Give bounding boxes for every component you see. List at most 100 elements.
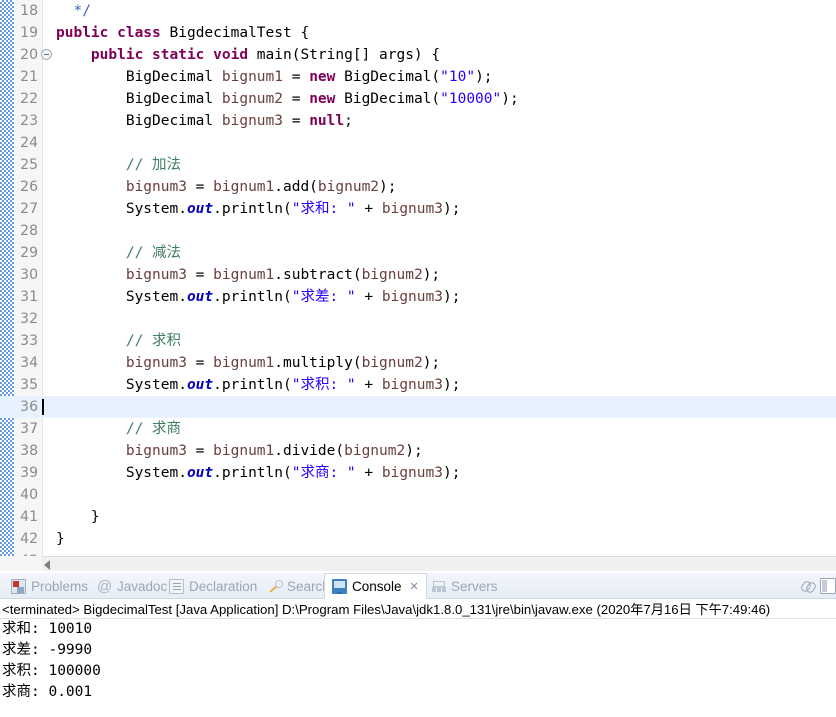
line-number: 26 — [20, 179, 38, 195]
text-caret — [42, 399, 44, 415]
code-line[interactable]: 22 BigDecimal bignum2 = new BigDecimal("… — [0, 88, 836, 110]
console-output: 求和: 10010 求差: -9990 求积: 100000 求商: 0.001 — [0, 619, 836, 703]
fold-collapse-icon[interactable] — [41, 49, 52, 60]
problems-icon — [11, 578, 26, 594]
code-text: // 减法 — [125, 245, 182, 261]
console-terminated-header: <terminated> BigdecimalTest [Java Applic… — [0, 599, 836, 619]
code-text: // 加法 — [125, 157, 182, 173]
code-text: System.out.println("求商: " + bignum3); — [56, 465, 461, 481]
line-number: 19 — [20, 25, 38, 41]
code-line[interactable]: 30 bignum3 = bignum1.subtract(bignum2); — [0, 264, 836, 286]
code-line[interactable]: 40 — [0, 484, 836, 506]
line-number: 34 — [20, 355, 38, 371]
console-output-line: 求积: 100000 — [2, 663, 101, 679]
gutter-bottom-filler — [0, 556, 42, 572]
code-text: bignum3 = bignum1.multiply(bignum2); — [125, 355, 441, 371]
javadoc-icon: @ — [97, 577, 113, 595]
code-text: // 求商 — [125, 421, 182, 437]
tab-servers[interactable]: Servers — [424, 573, 505, 599]
line-number: 32 — [20, 311, 38, 327]
code-text: System.out.println("求差: " + bignum3); — [56, 289, 461, 305]
code-text: BigDecimal bignum1 = new BigDecimal("10"… — [56, 69, 493, 85]
code-text: } — [56, 509, 100, 525]
line-number: 24 — [20, 135, 38, 151]
code-line[interactable]: 36 — [0, 396, 836, 418]
code-line[interactable]: 31 System.out.println("求差: " + bignum3); — [0, 286, 836, 308]
tab-label: Declaration — [189, 578, 258, 594]
code-line[interactable]: 25 // 加法 — [0, 154, 836, 176]
code-line[interactable]: 39 System.out.println("求商: " + bignum3); — [0, 462, 836, 484]
code-line[interactable]: 19 public class BigdecimalTest { — [0, 22, 836, 44]
code-text: */ — [73, 3, 91, 19]
line-number: 29 — [20, 245, 38, 261]
code-text: BigDecimal bignum3 = null; — [56, 113, 353, 129]
line-number: 20 — [20, 47, 38, 63]
tab-console[interactable]: Console ✕ — [324, 573, 427, 600]
code-line[interactable]: 21 BigDecimal bignum1 = new BigDecimal("… — [0, 66, 836, 88]
code-line[interactable]: 23 BigDecimal bignum3 = null; — [0, 110, 836, 132]
code-text: // 求积 — [125, 333, 182, 349]
code-line[interactable]: 33 // 求积 — [0, 330, 836, 352]
scroll-left-arrow-icon[interactable] — [44, 560, 50, 570]
code-line[interactable]: 26 bignum3 = bignum1.add(bignum2); — [0, 176, 836, 198]
view-menu-icon[interactable] — [820, 578, 836, 594]
code-text: BigDecimal bignum2 = new BigDecimal("100… — [56, 91, 519, 107]
search-icon — [267, 579, 283, 594]
line-number: 41 — [20, 509, 38, 525]
tab-label: Problems — [31, 578, 89, 594]
line-number: 27 — [20, 201, 38, 217]
code-line[interactable]: 24 — [0, 132, 836, 154]
code-line[interactable]: 37 // 求商 — [0, 418, 836, 440]
line-number: 30 — [20, 267, 38, 283]
tab-declaration[interactable]: Declaration — [162, 573, 264, 599]
code-line[interactable]: 20 public static void main(String[] args… — [0, 44, 836, 66]
console-view[interactable]: <terminated> BigdecimalTest [Java Applic… — [0, 599, 836, 717]
code-line[interactable]: 27 System.out.println("求和: " + bignum3); — [0, 198, 836, 220]
line-number: 42 — [20, 531, 38, 547]
line-number: 37 — [20, 421, 38, 437]
declaration-icon — [169, 578, 184, 594]
code-text: } — [56, 531, 65, 547]
console-output-line: 求商: 0.001 — [2, 684, 93, 700]
code-line[interactable]: 35 System.out.println("求积: " + bignum3); — [0, 374, 836, 396]
code-line[interactable]: 18 */ — [0, 0, 836, 22]
line-number: 22 — [20, 91, 38, 107]
code-line[interactable]: 41 } — [0, 506, 836, 528]
code-text: System.out.println("求积: " + bignum3); — [56, 377, 461, 393]
line-number: 31 — [20, 289, 38, 305]
line-number: 18 — [20, 3, 38, 19]
code-line[interactable]: 29 // 减法 — [0, 242, 836, 264]
tab-label: Servers — [451, 578, 498, 594]
close-icon[interactable]: ✕ — [410, 580, 419, 593]
console-output-line: 求差: -9990 — [2, 642, 93, 658]
line-number: 33 — [20, 333, 38, 349]
code-text: bignum3 = bignum1.add(bignum2); — [125, 179, 397, 195]
code-line[interactable]: 42} — [0, 528, 836, 550]
line-number: 36 — [20, 399, 38, 415]
line-number: 38 — [20, 443, 38, 459]
tab-problems[interactable]: Problems — [4, 573, 95, 599]
code-line[interactable]: 38 bignum3 = bignum1.divide(bignum2); — [0, 440, 836, 462]
code-line[interactable]: 34 bignum3 = bignum1.multiply(bignum2); — [0, 352, 836, 374]
code-line[interactable]: 28 — [0, 220, 836, 242]
view-tab-bar[interactable]: Problems @ Javadoc Declaration Search Console… — [0, 573, 836, 600]
code-text: bignum3 = bignum1.divide(bignum2); — [125, 443, 423, 459]
line-number: 28 — [20, 223, 38, 239]
code-editor[interactable]: 18 */ 19 public class BigdecimalTest { 20 p… — [0, 0, 836, 573]
servers-icon — [431, 579, 446, 594]
code-text: public static void main(String[] args) { — [90, 47, 441, 63]
code-text: bignum3 = bignum1.subtract(bignum2); — [125, 267, 441, 283]
code-line[interactable]: 32 — [0, 308, 836, 330]
console-output-line: 求和: 10010 — [2, 621, 93, 637]
line-number: 35 — [20, 377, 38, 393]
line-number: 23 — [20, 113, 38, 129]
link-with-editor-icon[interactable] — [800, 578, 816, 594]
line-number: 40 — [20, 487, 38, 503]
tab-label: Console — [352, 579, 402, 594]
console-icon — [332, 579, 347, 594]
code-text: System.out.println("求和: " + bignum3); — [56, 201, 461, 217]
editor-horizontal-scrollbar[interactable] — [42, 556, 836, 572]
code-text: public class BigdecimalTest { — [56, 25, 310, 41]
eclipse-ide-window: 18 */ 19 public class BigdecimalTest { 20 p… — [0, 0, 836, 717]
bottom-panel: Problems @ Javadoc Declaration Search Console… — [0, 573, 836, 717]
